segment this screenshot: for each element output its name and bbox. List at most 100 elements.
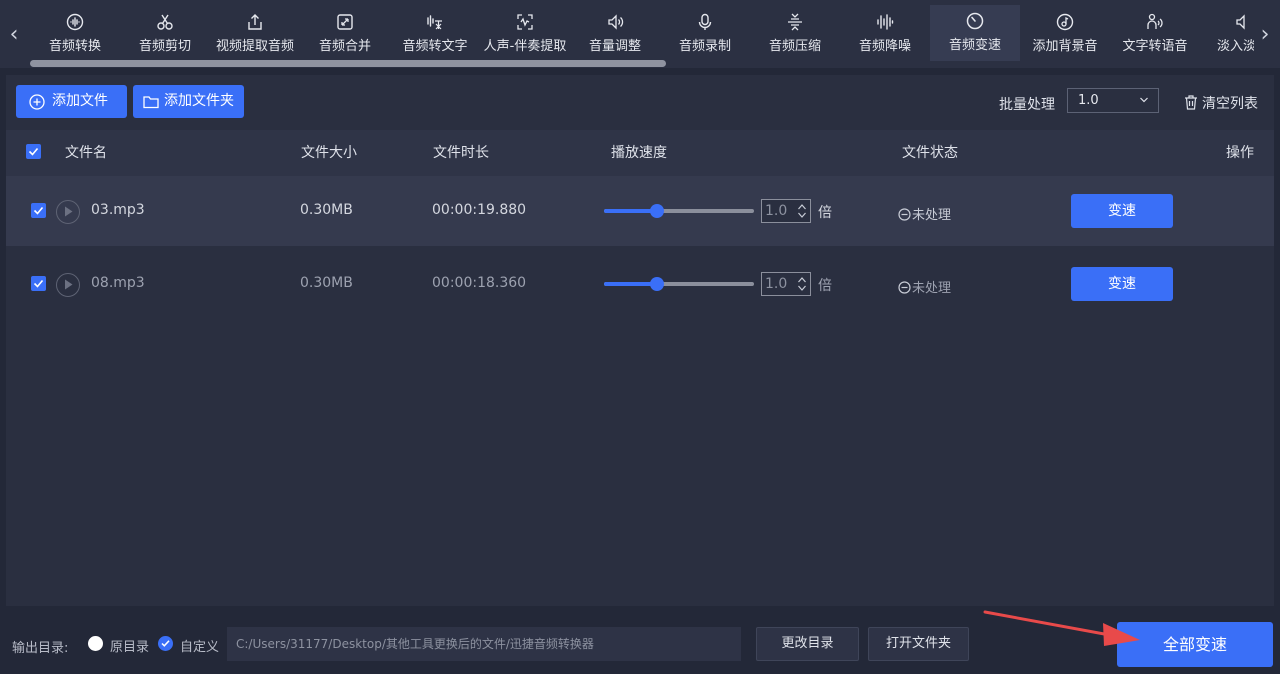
radio-custom-label[interactable]: 自定义 [180,636,219,655]
output-path-field[interactable]: C:/Users/31177/Desktop/其他工具更换后的文件/迅捷音频转换… [227,627,741,661]
toolbar-prev-arrow[interactable]: ‹ [6,20,22,50]
header-file-status: 文件状态 [902,145,958,161]
header-file-duration[interactable]: 文件时长 [433,130,489,176]
clear-list-label: 清空列表 [1202,96,1258,112]
table-row: 08.mp3 0.30MB 00:00:18.360 1.0 倍 未处理 变速 [6,249,1274,319]
tool-audio-compress[interactable]: 音频压缩 [750,6,840,62]
tool-audio-cut[interactable]: 音频剪切 [120,6,210,62]
scissors-icon [157,14,173,30]
file-size: 0.30MB [300,202,353,218]
merge-box-icon [337,14,353,30]
select-all-checkbox[interactable] [26,144,41,159]
speed-slider-fill [604,282,657,286]
header-file-name[interactable]: 文件名 [65,130,107,176]
table-row: 03.mp3 0.30MB 00:00:19.880 1.0 倍 未处理 变速 [6,176,1274,246]
speed-slider-knob[interactable] [649,277,664,291]
play-icon [65,279,73,290]
tool-label: 淡入淡 [1217,39,1254,54]
tool-volume-adjust[interactable]: 音量调整 [570,6,660,62]
minus-circle-icon [898,208,911,221]
tool-vocal-extract[interactable]: 人声-伴奏提取 [480,6,570,62]
tool-label: 音频压缩 [768,39,821,54]
add-file-label: 添加文件 [52,93,108,109]
minus-circle-icon [898,281,911,294]
tool-fade[interactable]: 淡入淡 [1200,6,1254,62]
tool-audio-to-text[interactable]: 音频转文字 [390,6,480,62]
batch-speed-value: 1.0 [1078,93,1099,108]
play-icon [65,206,73,217]
add-folder-button[interactable]: 添加文件夹 [133,85,244,118]
play-button[interactable] [56,200,80,224]
clear-list-button[interactable]: 清空列表 [1184,93,1258,113]
speed-stepper[interactable]: 1.0 [761,199,811,223]
tool-audio-merge[interactable]: 音频合并 [300,6,390,62]
file-duration: 00:00:19.880 [432,202,527,218]
header-operation: 操作 [1226,145,1254,161]
tool-audio-speed[interactable]: 音频变速 [930,5,1020,61]
speed-stepper[interactable]: 1.0 [761,272,811,296]
output-dir-label: 输出目录: [12,641,69,656]
status-badge: 未处理 [898,204,951,223]
tool-text-to-speech[interactable]: 文字转语音 [1110,6,1200,62]
music-note-icon [1056,13,1074,31]
tool-label: 音频合并 [318,39,371,54]
tool-audio-record[interactable]: 音频录制 [660,6,750,62]
change-dir-button[interactable]: 更改目录 [756,627,859,661]
tool-label: 音频转换 [48,39,101,54]
add-file-button[interactable]: 添加文件 [16,85,127,118]
radio-original-dir[interactable] [88,636,103,651]
tool-noise-reduce[interactable]: 音频降噪 [840,6,930,62]
status-text: 未处理 [912,208,952,223]
file-duration: 00:00:18.360 [432,275,527,291]
volume-icon [608,14,624,30]
open-folder-button[interactable]: 打开文件夹 [868,627,969,661]
batch-speed-select[interactable]: 1.0 [1067,88,1159,113]
vocal-extract-icon [517,14,533,30]
tool-label: 视频提取音频 [215,39,294,54]
annotation-arrow-icon [983,610,1140,646]
output-path-text: C:/Users/31177/Desktop/其他工具更换后的文件/迅捷音频转换… [236,637,594,651]
toolbar-next-arrow[interactable]: › [1257,20,1273,50]
noise-reduce-icon [877,14,894,30]
radio-original-label[interactable]: 原目录 [110,636,149,655]
stepper-arrows-icon[interactable] [797,202,807,220]
batch-process-label: 批量处理 [999,97,1055,113]
file-name: 03.mp3 [91,202,145,218]
row-checkbox[interactable] [31,203,46,218]
stepper-arrows-icon[interactable] [797,275,807,293]
feature-toolbar: ‹ 音频转换 音频剪切 视频提取音频 音频合并 音频转文字 人声-伴奏提取 音量… [0,0,1280,68]
audio-wave-circle-icon [66,13,84,31]
radio-custom-dir[interactable] [158,636,173,651]
tool-label: 人声-伴奏提取 [483,39,567,54]
speed-slider-knob[interactable] [649,204,664,218]
header-file-size[interactable]: 文件大小 [301,130,357,176]
upload-box-icon [248,14,262,30]
row-checkbox[interactable] [31,276,46,291]
speed-change-button[interactable]: 变速 [1071,194,1173,228]
tool-audio-convert[interactable]: 音频转换 [30,6,120,62]
speed-slider[interactable] [604,277,754,291]
speed-stepper-value: 1.0 [765,203,788,219]
tool-add-background-music[interactable]: 添加背景音 [1020,6,1110,62]
speed-slider-fill [604,209,657,213]
plus-circle-icon [29,94,45,110]
tool-label: 音频转文字 [402,39,468,54]
table-header: 文件名 文件大小 文件时长 播放速度 文件状态 操作 [6,130,1274,176]
audio-text-icon [427,15,442,30]
check-icon [28,147,39,156]
speed-unit: 倍 [818,278,832,294]
tool-label: 音频降噪 [858,39,911,54]
speed-change-button[interactable]: 变速 [1071,267,1173,301]
tool-video-extract-audio[interactable]: 视频提取音频 [210,6,300,62]
microphone-icon [698,13,712,30]
tool-label: 文字转语音 [1122,39,1188,54]
tool-label: 音量调整 [588,39,641,54]
fade-icon [1236,14,1245,30]
tool-label: 音频变速 [948,38,1001,53]
play-button[interactable] [56,273,80,297]
header-play-speed: 播放速度 [611,145,667,161]
tool-label: 音频录制 [678,39,731,54]
check-icon [161,640,170,647]
speed-slider[interactable] [604,204,754,218]
toolbar-scrollbar[interactable] [30,60,666,67]
